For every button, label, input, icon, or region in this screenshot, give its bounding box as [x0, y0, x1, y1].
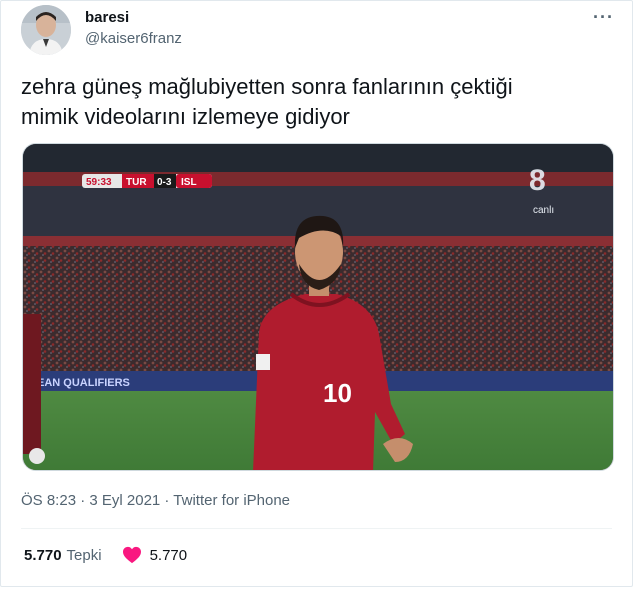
svg-text:8: 8: [529, 164, 546, 197]
board-text: EAN QUALIFIERS: [37, 377, 130, 389]
background-player: [23, 314, 41, 454]
avatar[interactable]: [21, 5, 71, 55]
tweet-timestamp[interactable]: ÖS 8:23 · 3 Eyl 2021 · Twitter for iPhon…: [21, 492, 290, 509]
reactions-label[interactable]: Tepki: [67, 547, 102, 564]
scoreboard-score: 0-3: [157, 177, 172, 188]
likes-count[interactable]: 5.770: [150, 547, 188, 564]
ball: [29, 448, 45, 464]
reactions-count[interactable]: 5.770: [24, 547, 62, 564]
scoreboard-away: ISL: [181, 177, 197, 188]
heart-icon[interactable]: [122, 546, 142, 564]
player-number: 10: [323, 378, 352, 408]
scoreboard-time: 59:33: [86, 177, 112, 188]
user-handle[interactable]: @kaiser6franz: [85, 30, 182, 47]
channel-label: canlı: [533, 205, 554, 216]
tweet-card: baresi @kaiser6franz ··· zehra güneş mağ…: [0, 0, 633, 587]
tweet-stats: 5.770 Tepki 5.770: [24, 546, 187, 564]
tweet-media[interactable]: EAN QUALIFIERS 59:33 TUR 0-3 ISL 8 canlı: [22, 143, 614, 471]
display-name[interactable]: baresi: [85, 9, 129, 26]
avatar-image: [21, 5, 71, 55]
divider: [21, 528, 612, 529]
scoreboard: 59:33 TUR 0-3 ISL: [82, 174, 212, 188]
tweet-text: zehra güneş mağlubiyetten sonra fanların…: [21, 74, 513, 129]
match-video-frame: EAN QUALIFIERS 59:33 TUR 0-3 ISL 8 canlı: [23, 144, 613, 470]
scoreboard-home: TUR: [126, 177, 147, 188]
more-options-icon[interactable]: ···: [593, 7, 614, 28]
